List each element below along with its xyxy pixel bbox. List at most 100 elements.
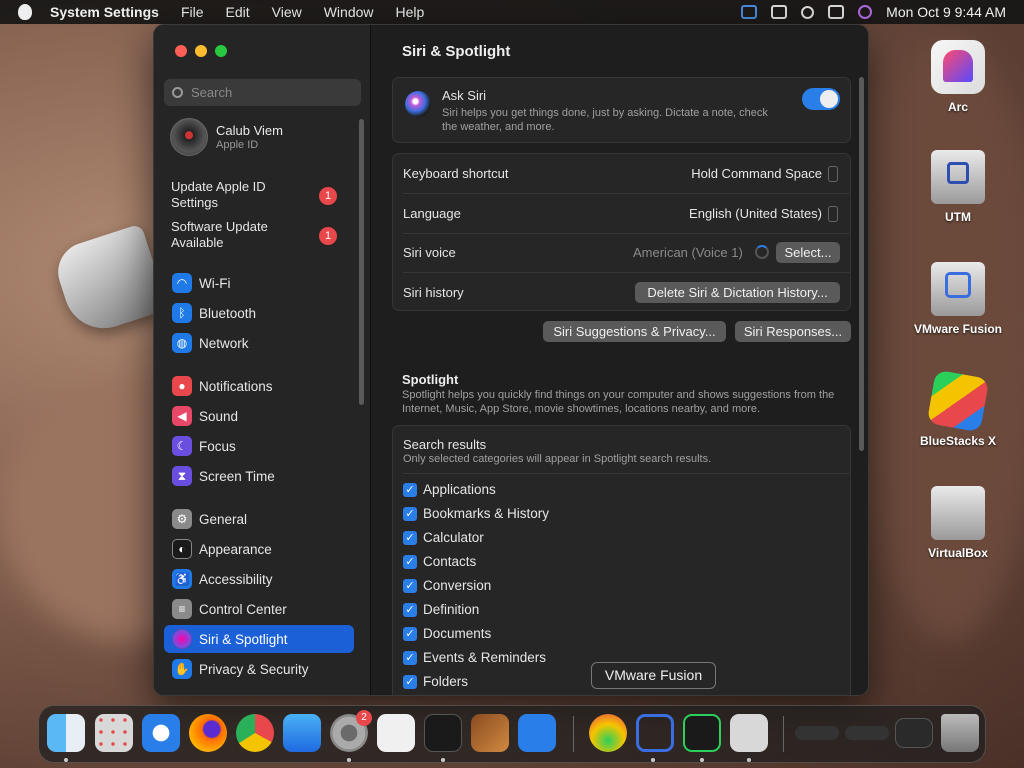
finder-icon[interactable]: [47, 714, 85, 752]
language-select[interactable]: English (United States): [689, 206, 822, 221]
hourglass-icon: ⧗: [172, 466, 192, 486]
minimize-button[interactable]: [195, 45, 207, 57]
ask-siri-toggle[interactable]: [802, 88, 840, 110]
checkbox-documents[interactable]: ✓ Documents: [403, 626, 491, 641]
software-update-label: Software Update Available: [171, 219, 268, 250]
checkbox-calculator[interactable]: ✓ Calculator: [403, 530, 484, 545]
vmware-fusion-icon[interactable]: [636, 714, 674, 752]
checkbox-bookmarks-history[interactable]: ✓ Bookmarks & History: [403, 506, 549, 521]
app-store-icon[interactable]: [283, 714, 321, 752]
appearance-icon: ◐: [172, 539, 192, 559]
hand-icon: ✋: [172, 659, 192, 679]
search-input[interactable]: Search: [164, 79, 361, 106]
chevron-updown-icon[interactable]: [828, 206, 838, 222]
accessibility-icon: ♿: [172, 569, 192, 589]
running-indicator: [347, 758, 351, 762]
delete-siri-history-button[interactable]: Delete Siri & Dictation History...: [635, 282, 840, 303]
bluestacks-icon: [926, 369, 990, 433]
desktop-icon-utm[interactable]: UTM: [908, 150, 1008, 224]
bell-icon: ●: [172, 376, 192, 396]
sidebar-item-label: Accessibility: [199, 571, 273, 587]
checkbox-events-reminders[interactable]: ✓ Events & Reminders: [403, 650, 546, 665]
minimized-window-thumbnail[interactable]: [895, 718, 933, 748]
vmware-status-icon[interactable]: [741, 5, 758, 19]
chevron-updown-icon[interactable]: [828, 166, 838, 182]
menu-app-name[interactable]: System Settings: [50, 4, 159, 20]
sidebar-item-label: Control Center: [199, 601, 287, 617]
main-pane: Siri & Spotlight Ask Siri Siri helps you…: [370, 25, 868, 695]
siri-icon: [172, 629, 192, 649]
sidebar-item-general[interactable]: ⚙ General: [164, 505, 354, 533]
apple-id-profile[interactable]: Calub Viem Apple ID: [170, 118, 283, 156]
minimized-window-thumbnail[interactable]: [795, 726, 839, 740]
checkbox-applications[interactable]: ✓ Applications: [403, 482, 496, 497]
update-apple-id-item[interactable]: Update Apple ID Settings 1: [171, 179, 351, 211]
checkbox-definition[interactable]: ✓ Definition: [403, 602, 479, 617]
update-apple-id-label: Update Apple ID Settings: [171, 179, 266, 210]
launchpad-icon[interactable]: [95, 714, 133, 752]
sidebar-item-label: General: [199, 511, 248, 527]
terminal-green-icon[interactable]: [683, 714, 721, 752]
menu-edit[interactable]: Edit: [226, 4, 250, 20]
zoom-button[interactable]: [215, 45, 227, 57]
sidebar-item-appearance[interactable]: ◐ Appearance: [164, 535, 354, 563]
ask-siri-title: Ask Siri: [442, 88, 487, 103]
checkbox-contacts[interactable]: ✓ Contacts: [403, 554, 476, 569]
search-icon[interactable]: [801, 5, 815, 19]
menu-view[interactable]: View: [272, 4, 302, 20]
menu-window[interactable]: Window: [324, 4, 374, 20]
chrome-icon[interactable]: [236, 714, 274, 752]
sidebar-item-sound[interactable]: ◀ Sound: [164, 402, 354, 430]
sidebar-item-wifi[interactable]: ◠ Wi-Fi: [164, 269, 354, 297]
desktop-icon-bluestacks[interactable]: BlueStacks X: [908, 369, 1008, 448]
menu-file[interactable]: File: [181, 4, 204, 20]
textedit-icon[interactable]: [377, 714, 415, 752]
siri-responses-button[interactable]: Siri Responses...: [735, 321, 851, 342]
sidebar-item-accessibility[interactable]: ♿ Accessibility: [164, 565, 354, 593]
menubar-clock[interactable]: Mon Oct 9 9:44 AM: [886, 4, 1006, 20]
sidebar-item-label: Wi-Fi: [199, 275, 231, 291]
sidebar-item-bluetooth[interactable]: ᛒ Bluetooth: [164, 299, 354, 327]
desktop-icon-label: VirtualBox: [928, 546, 988, 560]
main-scrollbar[interactable]: [859, 77, 864, 451]
keyboard-shortcut-select[interactable]: Hold Command Space: [691, 166, 822, 181]
downloads-icon[interactable]: [730, 714, 768, 752]
checkbox-folders[interactable]: ✓ Folders: [403, 674, 468, 689]
sidebar-item-focus[interactable]: ☾ Focus: [164, 432, 354, 460]
safari-icon[interactable]: [142, 714, 180, 752]
firefox-icon[interactable]: [189, 714, 227, 752]
siri-voice-label: Siri voice: [403, 245, 456, 260]
desktop-icon-vmware-fusion[interactable]: VMware Fusion: [908, 262, 1008, 336]
guitar-icon[interactable]: [471, 714, 509, 752]
trash-icon[interactable]: [941, 714, 979, 752]
siri-icon[interactable]: [858, 5, 873, 19]
sidebar-item-notifications[interactable]: ● Notifications: [164, 372, 354, 400]
sidebar-scrollbar[interactable]: [359, 119, 364, 405]
sidebar-item-screen-time[interactable]: ⧗ Screen Time: [164, 462, 354, 490]
siri-suggestions-privacy-button[interactable]: Siri Suggestions & Privacy...: [543, 321, 726, 342]
stage-manager-icon[interactable]: [771, 5, 788, 19]
moon-icon: ☾: [172, 436, 192, 456]
sidebar-item-control-center[interactable]: ≡ Control Center: [164, 595, 354, 623]
vscode-icon[interactable]: [518, 714, 556, 752]
desktop-icon-virtualbox[interactable]: VirtualBox: [908, 486, 1008, 560]
select-voice-button[interactable]: Select...: [776, 242, 840, 263]
desktop-icon-arc[interactable]: Arc: [908, 40, 1008, 114]
apple-menu-icon[interactable]: [18, 4, 32, 20]
sidebar-item-siri-spotlight[interactable]: Siri & Spotlight: [164, 625, 354, 653]
minimized-window-thumbnail[interactable]: [845, 726, 889, 740]
control-center-icon[interactable]: [828, 5, 845, 19]
sidebar-item-privacy-security[interactable]: ✋ Privacy & Security: [164, 655, 354, 683]
sidebar-item-network[interactable]: ◍ Network: [164, 329, 354, 357]
checkmark-icon: ✓: [403, 578, 417, 593]
flask-app-icon[interactable]: [589, 714, 627, 752]
software-update-item[interactable]: Software Update Available 1: [171, 219, 351, 251]
menu-help[interactable]: Help: [396, 4, 425, 20]
checkmark-icon: ✓: [403, 506, 417, 521]
notification-badge: 1: [319, 187, 337, 205]
close-button[interactable]: [175, 45, 187, 57]
checkbox-conversion[interactable]: ✓ Conversion: [403, 578, 491, 593]
checkmark-icon: ✓: [403, 554, 417, 569]
siri-voice-row: Siri voice American (Voice 1) Select...: [393, 233, 850, 273]
terminal-icon[interactable]: [424, 714, 462, 752]
